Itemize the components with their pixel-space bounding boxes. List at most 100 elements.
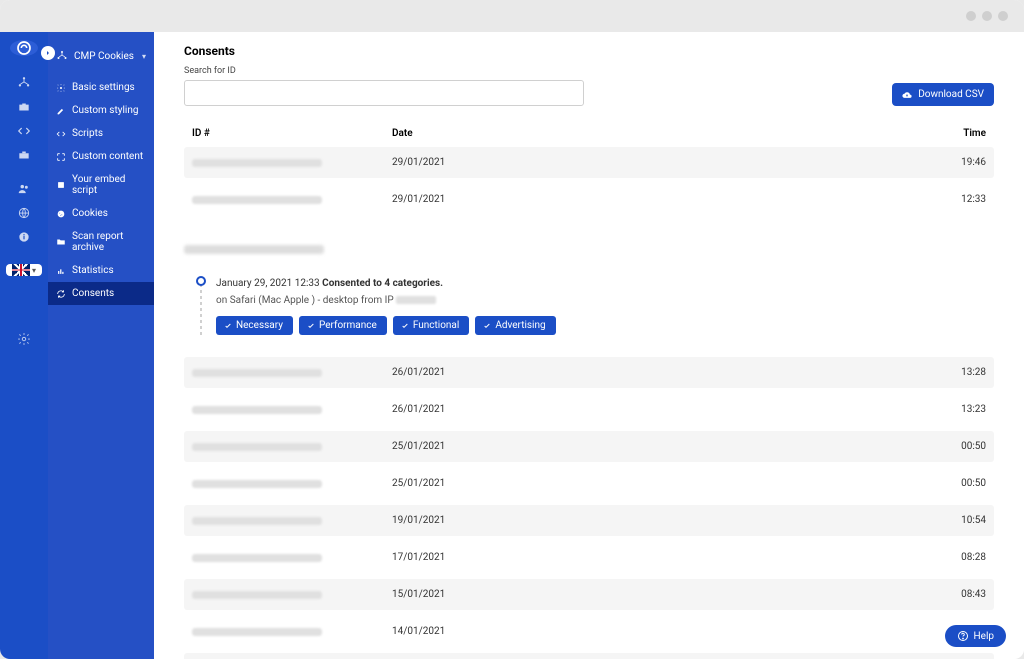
row-date: 17/01/2021: [322, 552, 926, 563]
sidebar: CMP Cookies ▾ Basic settings Custom styli…: [48, 32, 154, 659]
cloud-download-icon: [902, 90, 912, 100]
table-row[interactable]: 25/01/202100:50: [184, 468, 994, 499]
page-title: Consents: [184, 44, 994, 58]
table-row[interactable]: 26/01/202113:28: [184, 357, 994, 388]
redacted-id: [192, 591, 322, 599]
table-row[interactable]: 15/01/202108:43: [184, 579, 994, 610]
sidebar-item-basic-settings[interactable]: Basic settings: [48, 76, 154, 99]
table-row[interactable]: 29/01/202112:33: [184, 184, 994, 215]
toolbox-icon[interactable]: [15, 148, 33, 162]
consent-chip-advertising: Advertising: [475, 316, 555, 335]
row-date: 26/01/2021: [322, 367, 926, 378]
globe-icon[interactable]: [15, 206, 33, 220]
chart-icon: [56, 266, 66, 276]
consent-detail: January 29, 2021 12:33 Consented to 4 ca…: [184, 239, 994, 335]
consent-chip-functional: Functional: [393, 316, 470, 335]
info-icon[interactable]: [15, 230, 33, 244]
help-button[interactable]: Help: [945, 625, 1006, 647]
sidebar-item-label: Custom styling: [72, 105, 138, 116]
row-date: 19/01/2021: [322, 515, 926, 526]
col-date: Date: [392, 128, 926, 139]
row-time: 08:43: [926, 589, 986, 600]
check-icon: [401, 322, 409, 330]
col-id: ID #: [192, 128, 392, 139]
collapse-sidebar-button[interactable]: [41, 46, 55, 60]
sidebar-item-your-embed-script[interactable]: Your embed script: [48, 168, 154, 202]
briefcase-icon[interactable]: [15, 100, 33, 114]
sidebar-item-cookies[interactable]: Cookies: [48, 202, 154, 225]
sidebar-item-scripts[interactable]: Scripts: [48, 122, 154, 145]
product-selector[interactable]: CMP Cookies ▾: [48, 42, 154, 76]
redacted-id: [192, 480, 322, 488]
table-row[interactable]: 25/01/202100:50: [184, 431, 994, 462]
icon-rail: ▾: [0, 32, 48, 659]
row-time: 19:46: [926, 157, 986, 168]
search-input[interactable]: [184, 80, 584, 106]
search-label: Search for ID: [184, 66, 584, 76]
chevron-down-icon: ▾: [32, 266, 36, 275]
table-row[interactable]: 26/01/202113:23: [184, 394, 994, 425]
redacted-id: [184, 245, 324, 254]
box-icon: [56, 180, 66, 190]
detail-summary: January 29, 2021 12:33 Consented to 4 ca…: [216, 278, 556, 289]
row-time: 00:50: [926, 441, 986, 452]
download-csv-button[interactable]: Download CSV: [892, 83, 994, 106]
sidebar-item-label: Your embed script: [72, 174, 146, 196]
sidebar-item-custom-content[interactable]: Custom content: [48, 145, 154, 168]
check-icon: [224, 322, 232, 330]
table-row[interactable]: 29/01/202119:46: [184, 147, 994, 178]
row-time: 10:54: [926, 515, 986, 526]
app-logo[interactable]: [10, 40, 38, 56]
table-row[interactable]: 14/01/202117:31: [184, 653, 994, 659]
redacted-ip: [396, 296, 436, 304]
search-block: Search for ID: [184, 66, 584, 106]
redacted-id: [192, 554, 322, 562]
redacted-id: [192, 443, 322, 451]
tree-icon[interactable]: [15, 76, 33, 90]
row-date: 29/01/2021: [322, 194, 926, 205]
sidebar-item-custom-styling[interactable]: Custom styling: [48, 99, 154, 122]
product-selector-label: CMP Cookies: [74, 51, 136, 62]
download-label: Download CSV: [918, 89, 984, 100]
row-date: 25/01/2021: [322, 478, 926, 489]
row-time: 13:28: [926, 367, 986, 378]
redacted-id: [192, 406, 322, 414]
consent-chip-necessary: Necessary: [216, 316, 293, 335]
sidebar-item-statistics[interactable]: Statistics: [48, 259, 154, 282]
redacted-id: [192, 628, 322, 636]
row-date: 15/01/2021: [322, 589, 926, 600]
refresh-icon: [56, 289, 66, 299]
main-content: Consents Search for ID Download CSV ID #…: [154, 32, 1024, 659]
row-date: 25/01/2021: [322, 441, 926, 452]
tree-icon: [56, 50, 68, 62]
users-icon[interactable]: [15, 182, 33, 196]
expand-icon: [56, 152, 66, 162]
row-time: 13:23: [926, 404, 986, 415]
chevron-down-icon: ▾: [142, 52, 146, 61]
window-dot: [966, 11, 976, 21]
gear-icon[interactable]: [15, 332, 33, 346]
sidebar-item-label: Custom content: [72, 151, 143, 162]
table-row[interactable]: 14/01/202117:37: [184, 616, 994, 647]
redacted-id: [192, 196, 322, 204]
code-icon[interactable]: [15, 124, 33, 138]
sidebar-item-consents[interactable]: Consents: [48, 282, 154, 305]
row-date: 14/01/2021: [322, 626, 926, 637]
sidebar-item-scan-report-archive[interactable]: Scan report archive: [48, 225, 154, 259]
table-row[interactable]: 19/01/202110:54: [184, 505, 994, 536]
language-selector[interactable]: ▾: [6, 264, 42, 276]
table-row[interactable]: 17/01/202108:28: [184, 542, 994, 573]
code-icon: [56, 129, 66, 139]
sidebar-item-label: Scan report archive: [72, 231, 146, 253]
pencil-icon: [56, 106, 66, 116]
window-dot: [982, 11, 992, 21]
redacted-id: [192, 159, 322, 167]
row-time: 00:50: [926, 478, 986, 489]
sidebar-item-label: Basic settings: [72, 82, 135, 93]
row-time: 08:28: [926, 552, 986, 563]
cookie-icon: [56, 209, 66, 219]
consent-chip-performance: Performance: [299, 316, 387, 335]
window-dot: [998, 11, 1008, 21]
check-icon: [483, 322, 491, 330]
table-header: ID # Date Time: [184, 120, 994, 147]
